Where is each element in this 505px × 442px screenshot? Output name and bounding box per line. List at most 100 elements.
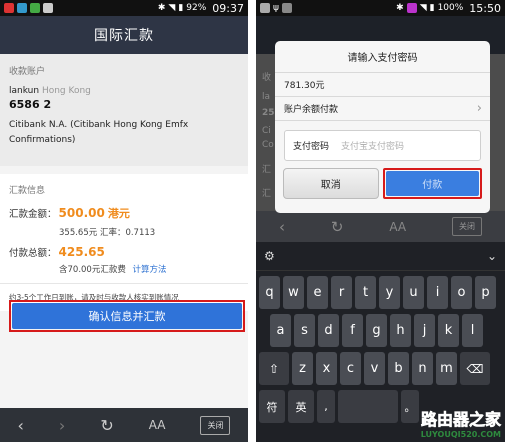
bg-label: 25 bbox=[262, 108, 275, 118]
key-r[interactable]: r bbox=[331, 276, 352, 309]
keyboard-toolbar: ⚙ ⌄ bbox=[256, 242, 505, 271]
status-time: 15:50 bbox=[469, 1, 501, 15]
key-o[interactable]: o bbox=[451, 276, 472, 309]
password-label: 支付密码 bbox=[293, 142, 330, 152]
key-c[interactable]: c bbox=[340, 352, 361, 385]
bg-label: la bbox=[262, 92, 271, 102]
payee-card: 收款账户 lankun Hong Kong 6586 2 Citibank N.… bbox=[0, 54, 248, 166]
total-row: 付款总额： 425.65 bbox=[9, 245, 239, 259]
period-key[interactable]: 。 bbox=[401, 390, 419, 423]
keyboard-row-2: asdfghjkl bbox=[256, 314, 505, 347]
refresh-icon[interactable]: ↻ bbox=[100, 416, 113, 435]
space-key[interactable] bbox=[338, 390, 398, 423]
password-placeholder: 支付宝支付密码 bbox=[341, 142, 405, 152]
key-b[interactable]: b bbox=[388, 352, 409, 385]
fee-calc-link[interactable]: 计算方法 bbox=[133, 265, 167, 275]
key-x[interactable]: x bbox=[316, 352, 337, 385]
comma-key[interactable]: , bbox=[317, 390, 335, 423]
key-m[interactable]: m bbox=[436, 352, 457, 385]
close-button[interactable]: 关闭 bbox=[452, 217, 483, 236]
forward-icon[interactable]: › bbox=[59, 416, 65, 435]
shift-key[interactable]: ⇧ bbox=[259, 352, 289, 385]
bg-label: 汇 bbox=[262, 165, 272, 175]
notification-icon bbox=[4, 3, 14, 13]
key-e[interactable]: e bbox=[307, 276, 328, 309]
confirm-remit-button[interactable]: 确认信息并汇款 bbox=[12, 303, 242, 329]
rate-line: 355.65元 汇率：0.7113 bbox=[59, 228, 156, 238]
browser-toolbar: ‹ ↻ AA 关闭 bbox=[256, 211, 505, 242]
notification-icon bbox=[406, 3, 417, 13]
total-value: 425.65 bbox=[58, 245, 105, 259]
key-u[interactable]: u bbox=[403, 276, 424, 309]
key-k[interactable]: k bbox=[438, 314, 459, 347]
key-a[interactable]: a bbox=[270, 314, 291, 347]
key-h[interactable]: h bbox=[390, 314, 411, 347]
remit-section-label: 汇款信息 bbox=[9, 186, 46, 196]
pay-button[interactable]: 付款 bbox=[385, 171, 479, 196]
notification-icon bbox=[260, 3, 270, 13]
payee-name: lankun Hong Kong bbox=[9, 86, 239, 96]
amount-row: 汇款金额： 500.00 港元 bbox=[9, 205, 239, 221]
key-w[interactable]: w bbox=[283, 276, 304, 309]
back-icon[interactable]: ‹ bbox=[279, 218, 285, 236]
font-size-icon[interactable]: AA bbox=[149, 418, 166, 432]
image-icon bbox=[281, 3, 292, 13]
wifi-icon: ◥ bbox=[419, 3, 427, 13]
cancel-button[interactable]: 取消 bbox=[283, 168, 379, 199]
divider bbox=[0, 166, 248, 174]
backspace-key[interactable]: ⌫ bbox=[460, 352, 490, 385]
key-d[interactable]: d bbox=[318, 314, 339, 347]
english-key[interactable]: 英 bbox=[288, 390, 314, 423]
watermark-title: 路由器之家 bbox=[420, 410, 502, 430]
total-label: 付款总额： bbox=[9, 248, 57, 259]
bg-label: 汇 bbox=[262, 189, 272, 199]
key-t[interactable]: t bbox=[355, 276, 376, 309]
chevron-down-icon[interactable]: ⌄ bbox=[487, 249, 497, 263]
refresh-icon[interactable]: ↻ bbox=[331, 218, 344, 236]
pay-highlight: 付款 bbox=[382, 168, 482, 199]
password-field[interactable]: 支付密码 支付宝支付密码 bbox=[284, 130, 481, 161]
wifi-icon: ◥ bbox=[168, 3, 176, 13]
payee-section-label: 收款账户 bbox=[9, 67, 46, 77]
usb-icon: ψ bbox=[273, 3, 279, 13]
battery-percent: 100% bbox=[437, 3, 464, 13]
payment-password-dialog: 请输入支付密码 781.30元 账户余额付款 › 支付密码 支付宝支付密码 取消… bbox=[275, 41, 490, 213]
settings-gear-icon[interactable]: ⚙ bbox=[264, 249, 275, 263]
signal-icon: ▮ bbox=[429, 3, 435, 13]
close-button[interactable]: 关闭 bbox=[200, 415, 231, 435]
payee-region: Hong Kong bbox=[41, 86, 91, 96]
key-i[interactable]: i bbox=[427, 276, 448, 309]
key-f[interactable]: f bbox=[342, 314, 363, 347]
key-y[interactable]: y bbox=[379, 276, 400, 309]
key-v[interactable]: v bbox=[364, 352, 385, 385]
payment-amount: 781.30元 bbox=[275, 73, 490, 97]
key-n[interactable]: n bbox=[412, 352, 433, 385]
key-s[interactable]: s bbox=[294, 314, 315, 347]
key-l[interactable]: l bbox=[462, 314, 483, 347]
key-p[interactable]: p bbox=[475, 276, 496, 309]
bluetooth-icon: ✱ bbox=[157, 3, 166, 13]
payee-account-number: 6586 2 bbox=[9, 98, 52, 111]
payee-bank: Citibank N.A. (Citibank Hong Kong Emfx C… bbox=[9, 120, 189, 145]
key-z[interactable]: z bbox=[292, 352, 313, 385]
font-size-icon[interactable]: AA bbox=[389, 220, 406, 234]
key-j[interactable]: j bbox=[414, 314, 435, 347]
back-icon[interactable]: ‹ bbox=[18, 416, 24, 435]
remit-info-card: 汇款信息 汇款金额： 500.00 港元 355.65元 汇率：0.7113 付… bbox=[0, 174, 248, 283]
fee-line: 含70.00元汇款费 计算方法 bbox=[59, 263, 239, 275]
battery-percent: 92% bbox=[186, 3, 207, 13]
left-phone-screen: ✱ ◥ ▮ 92% 09:37 国际汇款 收款账户 lankun Hong Ko… bbox=[0, 0, 248, 442]
confirm-highlight: 确认信息并汇款 bbox=[9, 300, 245, 332]
payment-method-selector[interactable]: 账户余额付款 › bbox=[275, 97, 490, 121]
notification-icon bbox=[30, 3, 40, 13]
status-time: 09:37 bbox=[212, 1, 244, 15]
status-bar: ψ ✱ ◥ ▮ 100% 15:50 bbox=[256, 0, 505, 16]
amount-label: 汇款金额： bbox=[9, 209, 57, 220]
letter-keys: zxcvbnm bbox=[292, 352, 457, 385]
key-g[interactable]: g bbox=[366, 314, 387, 347]
bg-label: 收 bbox=[262, 73, 272, 83]
bg-label: Ci bbox=[262, 126, 271, 136]
right-phone-screen: ψ ✱ ◥ ▮ 100% 15:50 收 la 25 Ci Co 汇 汇 ‹ ↻… bbox=[256, 0, 505, 442]
symbol-key[interactable]: 符 bbox=[259, 390, 285, 423]
key-q[interactable]: q bbox=[259, 276, 280, 309]
